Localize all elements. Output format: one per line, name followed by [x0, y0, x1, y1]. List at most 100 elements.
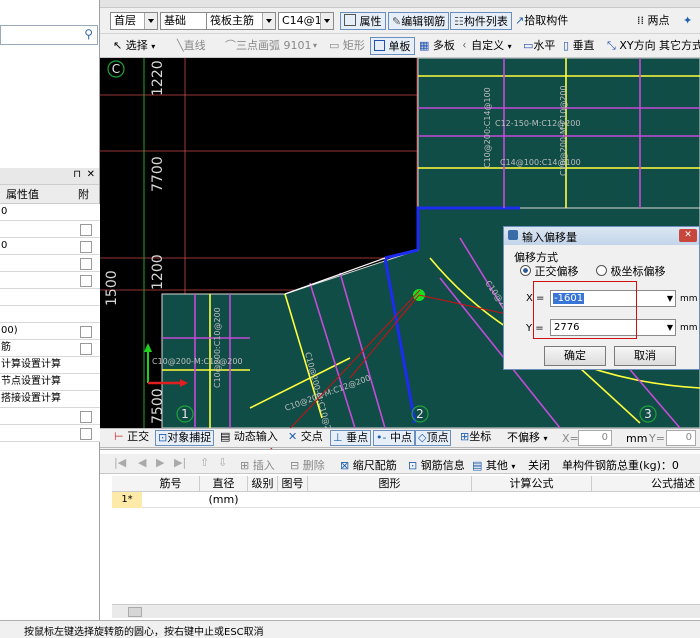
property-value[interactable]: 00) [0, 323, 73, 339]
custom-button[interactable]: ᚲ 自定义 ▾ [458, 37, 515, 55]
property-row[interactable]: 00) [0, 323, 100, 340]
move-up-icon[interactable]: ⇧ [200, 456, 209, 469]
intersection-toggle[interactable]: ✕ 交点 [286, 430, 325, 446]
line-button[interactable]: ╲直线 [174, 37, 209, 55]
chevron-down-icon[interactable]: ▼ [667, 291, 673, 306]
property-value[interactable]: 0 [0, 204, 73, 220]
property-row[interactable] [0, 272, 100, 289]
property-row[interactable] [0, 408, 100, 425]
chevron-down-icon[interactable] [262, 13, 275, 29]
edit-rebar-button[interactable]: ✎编辑钢筋 [388, 12, 450, 30]
row-marker: 1* [112, 492, 142, 508]
vertex-toggle[interactable]: ◇顶点 [415, 430, 452, 446]
rebar-spec-select[interactable]: C14@100 [278, 12, 334, 30]
property-row[interactable] [0, 425, 100, 442]
vertical-button[interactable]: ▯ 垂直 [560, 37, 598, 55]
object-snap-toggle[interactable]: ⊡对象捕捉 [155, 430, 215, 446]
horizontal-button[interactable]: ▭水平 [520, 37, 558, 55]
component-list-button[interactable]: ☷构件列表 [450, 12, 512, 30]
pick-component-button[interactable]: ↗拾取构件 [512, 12, 571, 30]
scale-rebar-button[interactable]: ⊠ 缩尺配筋 [340, 457, 397, 473]
arc3-label: 三点画弧 [236, 39, 280, 52]
property-row[interactable]: 计算设置计算 [0, 357, 100, 374]
ok-button[interactable]: 确定 [544, 346, 606, 366]
property-value[interactable]: 搭接设置计算 [0, 391, 73, 407]
property-checkbox[interactable] [80, 411, 92, 423]
property-checkbox[interactable] [80, 258, 92, 270]
close-icon[interactable]: ✕ [87, 169, 95, 180]
nav-first-icon[interactable]: |◀ [114, 456, 126, 469]
property-row[interactable]: 0 [0, 238, 100, 255]
floor-select[interactable]: 首层 [110, 12, 158, 30]
dialog-titlebar[interactable]: 输入偏移量 ✕ [504, 227, 699, 245]
grid-scrollbar[interactable] [112, 604, 700, 618]
other-direction-button[interactable]: 其它方式 [656, 37, 700, 55]
property-value[interactable]: 计算设置计算 [0, 357, 73, 373]
snap-y-input[interactable]: 0 [666, 430, 696, 446]
polar-offset-radio[interactable]: 极坐标偏移 [596, 263, 666, 279]
coordinate-icon: ⊞ [460, 430, 470, 443]
scroll-thumb[interactable] [128, 607, 142, 617]
property-checkbox[interactable] [80, 343, 92, 355]
property-row[interactable] [0, 289, 100, 306]
arc3-dropdown[interactable]: ▾ [310, 37, 320, 55]
delete-button[interactable]: ⊟ 删除 [290, 457, 325, 473]
property-value[interactable]: 筋 [0, 340, 73, 356]
menu-strip [100, 0, 700, 8]
offset-mode-select[interactable]: 不偏移 ▾ [507, 430, 561, 446]
other-button[interactable]: ▤ 其他 ▾ [472, 457, 515, 473]
property-row[interactable] [0, 306, 100, 323]
perpendicular-toggle[interactable]: ⊥ 垂点 [330, 430, 372, 446]
property-value[interactable]: 节点设置计算 [0, 374, 73, 390]
move-down-icon[interactable]: ⇩ [218, 456, 227, 469]
property-checkbox[interactable] [80, 224, 92, 236]
property-row[interactable]: 筋 [0, 340, 100, 357]
insert-button[interactable]: ⊞ 插入 [240, 457, 275, 473]
single-board-button[interactable]: 单板 [370, 37, 415, 55]
property-checkbox[interactable] [80, 428, 92, 440]
rect-button[interactable]: ▭ 矩形 [326, 37, 368, 55]
property-value[interactable]: 0 [0, 238, 73, 254]
chevron-down-icon[interactable]: ▼ [667, 320, 673, 335]
highlight-box [533, 281, 637, 339]
property-row[interactable]: 0 [0, 204, 100, 221]
nav-next-icon[interactable]: ▶ [156, 456, 164, 469]
midpoint-toggle[interactable]: •- 中点 [373, 430, 415, 446]
arc3-button[interactable]: ⌒三点画弧 9101 [222, 37, 315, 55]
intersection-icon: ✕ [288, 430, 298, 443]
toolbar-more-icon[interactable]: ✦ [680, 12, 695, 30]
rebar-info-button[interactable]: ⊡ 钢筋信息 [408, 457, 465, 473]
snap-x-input[interactable]: 0 [578, 430, 612, 446]
chevron-down-icon[interactable] [144, 13, 157, 29]
rebar-grid-panel [100, 449, 700, 620]
nav-prev-icon[interactable]: ◀ [138, 456, 146, 469]
property-row[interactable] [0, 255, 100, 272]
multi-board-button[interactable]: ▦ 多板 [416, 37, 458, 55]
grid-row-1[interactable]: 1* [112, 492, 700, 508]
cancel-button[interactable]: 取消 [614, 346, 676, 366]
ortho-toggle[interactable]: ⊢ 正交 [112, 430, 151, 446]
dynamic-input-toggle[interactable]: ▤ 动态输入 [218, 430, 280, 446]
property-row[interactable] [0, 221, 100, 238]
component-type-select[interactable]: 筏板主筋 [206, 12, 276, 30]
chevron-down-icon[interactable] [320, 13, 333, 29]
property-row[interactable]: 搭接设置计算 [0, 391, 100, 408]
nav-last-icon[interactable]: ▶| [174, 456, 186, 469]
dim-label-d4: 1500 [104, 270, 120, 306]
xy-direction-button[interactable]: ⤡ XY方向 [604, 37, 659, 55]
dialog-close-icon[interactable]: ✕ [679, 229, 697, 242]
arc3-value: 9101 [283, 39, 312, 52]
search-icon[interactable]: ⚲ [84, 27, 93, 41]
coordinate-toggle[interactable]: ⊞坐标 [458, 430, 493, 446]
property-checkbox[interactable] [80, 275, 92, 287]
two-points-button[interactable]: ⁞⁞ 两点 [634, 12, 673, 30]
property-row[interactable]: 节点设置计算 [0, 374, 100, 391]
close-button[interactable]: 关闭 [528, 457, 550, 473]
property-checkbox[interactable] [80, 326, 92, 338]
attribute-button[interactable]: 属性 [340, 12, 386, 30]
pin-icon[interactable]: ⊓ [73, 169, 81, 180]
tree-search-input[interactable]: ⚲ [0, 25, 98, 45]
ortho-offset-radio[interactable]: 正交偏移 [520, 263, 579, 279]
select-button[interactable]: ↖ 选择 ▾ [110, 37, 158, 55]
property-checkbox[interactable] [80, 241, 92, 253]
